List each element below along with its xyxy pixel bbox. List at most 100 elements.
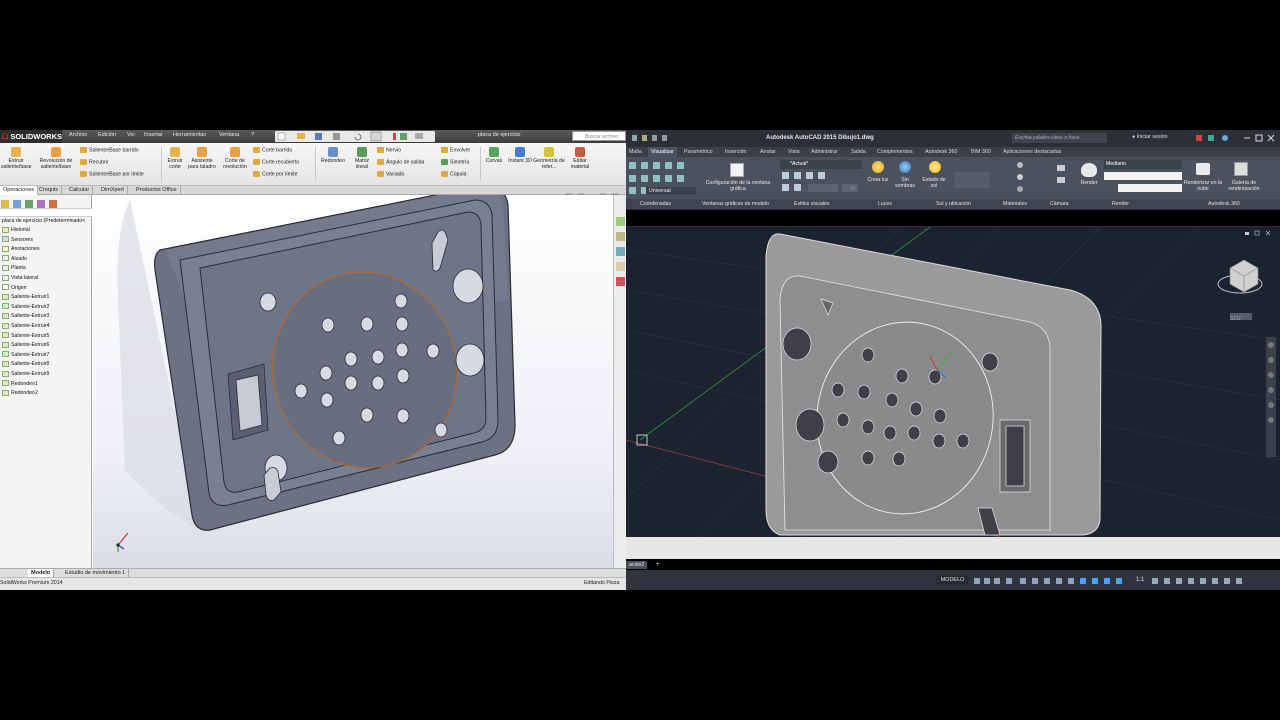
group-autodesk-360[interactable]: Autodesk 360: [1208, 199, 1240, 209]
render-gallery-button[interactable]: Galería de renderización: [1224, 180, 1264, 192]
corte-revolucion-button[interactable]: Corte de revolución: [218, 147, 252, 170]
ucs-select[interactable]: Universal: [646, 187, 696, 195]
redondeo-button[interactable]: Redondeo: [317, 147, 349, 164]
ac-command-line[interactable]: [626, 537, 1280, 559]
simetria-button[interactable]: Simetría: [441, 159, 469, 165]
vaciado-button[interactable]: Vaciado: [377, 171, 404, 177]
tab-autodesk-360[interactable]: Autodesk 360: [922, 147, 960, 157]
tab-bim-360[interactable]: BIM 360: [968, 147, 994, 157]
ac-search-input[interactable]: Escriba palabra clave o frase: [1012, 133, 1107, 143]
tab-dimxpert[interactable]: DimXpert: [98, 186, 128, 195]
ac-title-icons[interactable]: [1194, 133, 1278, 143]
sw-graphics-area[interactable]: [93, 185, 613, 569]
render-size-field[interactable]: [1118, 184, 1182, 192]
tab-croquis[interactable]: Croquis: [36, 186, 62, 195]
tree-item[interactable]: Anotaciones: [2, 245, 40, 255]
sw-menu-help[interactable]: ?: [251, 132, 254, 138]
tree-item[interactable]: Historial: [2, 226, 30, 236]
tree-item[interactable]: Saliente-Extruir6: [2, 341, 49, 351]
group-luces[interactable]: Luces: [878, 199, 892, 209]
group-coordenadas[interactable]: Coordenadas: [640, 199, 671, 209]
sw-window-controls[interactable]: [564, 187, 624, 200]
tree-item[interactable]: Redondeo1: [2, 380, 38, 390]
group-ventanas-graficas[interactable]: Ventanas gráficas de modelo: [702, 199, 769, 209]
corte-barrido-button[interactable]: Corte barrido: [253, 147, 292, 153]
tab-salida[interactable]: Salida: [848, 147, 869, 157]
nervio-button[interactable]: Nervio: [377, 147, 401, 153]
tab-operaciones[interactable]: Operaciones: [0, 186, 39, 195]
tab-insercion[interactable]: Inserción: [722, 147, 750, 157]
tab-calcular[interactable]: Calcular: [66, 186, 94, 195]
tab-parametrico[interactable]: Paramétrico: [681, 147, 716, 157]
group-render[interactable]: Render: [1112, 199, 1129, 209]
matriz-lineal-button[interactable]: Matriz lineal: [350, 147, 374, 170]
tab-productos-office[interactable]: Productos Office: [133, 186, 181, 195]
sw-menu-edicion[interactable]: Edición: [98, 132, 116, 138]
tab-presentacion2[interactable]: ación2: [626, 561, 648, 569]
revolucion-saliente-button[interactable]: Revolución de saliente/base: [38, 147, 74, 170]
tree-item[interactable]: Saliente-Extruir2: [2, 303, 49, 313]
render-output-field[interactable]: [1104, 172, 1182, 180]
wcs-label[interactable]: SCU: [1230, 316, 1241, 322]
envolver-button[interactable]: Envolver: [441, 147, 470, 153]
curvas-button[interactable]: Curvas: [482, 147, 506, 164]
tab-administrar[interactable]: Administrar: [808, 147, 841, 157]
saliente-por-limite-button[interactable]: Saliente/Base por límite: [80, 171, 144, 177]
tree-item[interactable]: Planta: [2, 264, 26, 274]
angulo-salida-button[interactable]: Ángulo de salida: [377, 159, 424, 165]
sw-menu-ver[interactable]: Ver: [127, 132, 135, 138]
feature-manager-tabs[interactable]: [0, 197, 92, 209]
extruir-saliente-button[interactable]: Extruir saliente/base: [1, 147, 32, 170]
tree-filter-input[interactable]: [0, 209, 92, 217]
group-estilos-visuales[interactable]: Estilos visuales: [794, 199, 829, 209]
tab-aplicaciones-destacadas[interactable]: Aplicaciones destacadas: [1000, 147, 1064, 157]
ac-viewcube[interactable]: [1217, 259, 1263, 320]
status-toggles[interactable]: [972, 574, 1272, 586]
add-layout-button[interactable]: +: [656, 561, 660, 569]
annotation-scale[interactable]: 1:1: [1136, 575, 1144, 585]
ac-signin-button[interactable]: ● Iniciar sesión: [1132, 134, 1168, 140]
tree-item[interactable]: Saliente-Extruir5: [2, 332, 49, 342]
editar-material-button[interactable]: Editar material: [566, 147, 594, 170]
tab-vista[interactable]: Vista: [785, 147, 803, 157]
sw-search-input[interactable]: Buscar archivo: [572, 131, 626, 141]
corte-por-limite-button[interactable]: Corte por límite: [253, 171, 297, 177]
render-quality-select[interactable]: Mediano: [1104, 160, 1182, 169]
group-materiales[interactable]: Materiales: [1003, 199, 1027, 209]
sw-menu-archivo[interactable]: Archivo: [69, 132, 87, 138]
ac-quick-access-toolbar[interactable]: [630, 133, 670, 143]
corte-recubierto-button[interactable]: Corte recubierto: [253, 159, 299, 165]
sw-quick-access-toolbar[interactable]: [275, 131, 435, 142]
tab-modelo[interactable]: Modelo: [28, 569, 55, 577]
sun-status-button[interactable]: Estado de sol: [920, 177, 948, 189]
tree-item[interactable]: Saliente-Extruir9: [2, 370, 49, 380]
tab-estudio-movimiento[interactable]: Estudio de movimiento 1: [62, 569, 130, 577]
extruir-corte-button[interactable]: Extruir corte: [163, 147, 187, 170]
create-light-button[interactable]: Crear luz: [864, 177, 892, 183]
tree-item[interactable]: Saliente-Extruir4: [2, 322, 49, 332]
model-space-button[interactable]: MODELO: [937, 575, 968, 585]
instant-3d-button[interactable]: Instant 3D: [507, 147, 533, 164]
asistente-taladro-button[interactable]: Asistente para taladro: [187, 147, 217, 170]
tree-item[interactable]: Saliente-Extruir8: [2, 360, 49, 370]
visual-style-select[interactable]: *Actual*: [780, 160, 862, 169]
tab-visualizar[interactable]: Visualizar: [648, 147, 677, 157]
group-sol-ubicacion[interactable]: Sol y ubicación: [936, 199, 971, 209]
sw-menu-ventana[interactable]: Ventana: [219, 132, 239, 138]
saliente-barrido-button[interactable]: Saliente/Base barrido: [80, 147, 139, 153]
tree-item[interactable]: Sensores: [2, 236, 33, 246]
recubrir-button[interactable]: Recubrir: [80, 159, 109, 165]
ac-drawing-viewport[interactable]: SCU: [626, 227, 1280, 537]
tree-item[interactable]: Saliente-Extruir1: [2, 293, 49, 303]
render-button[interactable]: Render: [1078, 180, 1100, 186]
no-shadows-button[interactable]: Sin sombras: [891, 177, 919, 189]
tab-complementos[interactable]: Complementos: [874, 147, 916, 157]
camera-icon[interactable]: [1056, 163, 1066, 185]
cupula-button[interactable]: Cúpula: [441, 171, 466, 177]
exposure-value[interactable]: 60: [850, 186, 856, 192]
ac-navigation-bar[interactable]: [1266, 337, 1276, 457]
tree-item[interactable]: Alzado: [2, 255, 27, 265]
tree-item[interactable]: Origen: [2, 284, 27, 294]
render-cloud-button[interactable]: Renderizar en la nube: [1183, 180, 1223, 192]
viewport-config-button[interactable]: Configuración de la ventana gráfica: [700, 180, 776, 192]
